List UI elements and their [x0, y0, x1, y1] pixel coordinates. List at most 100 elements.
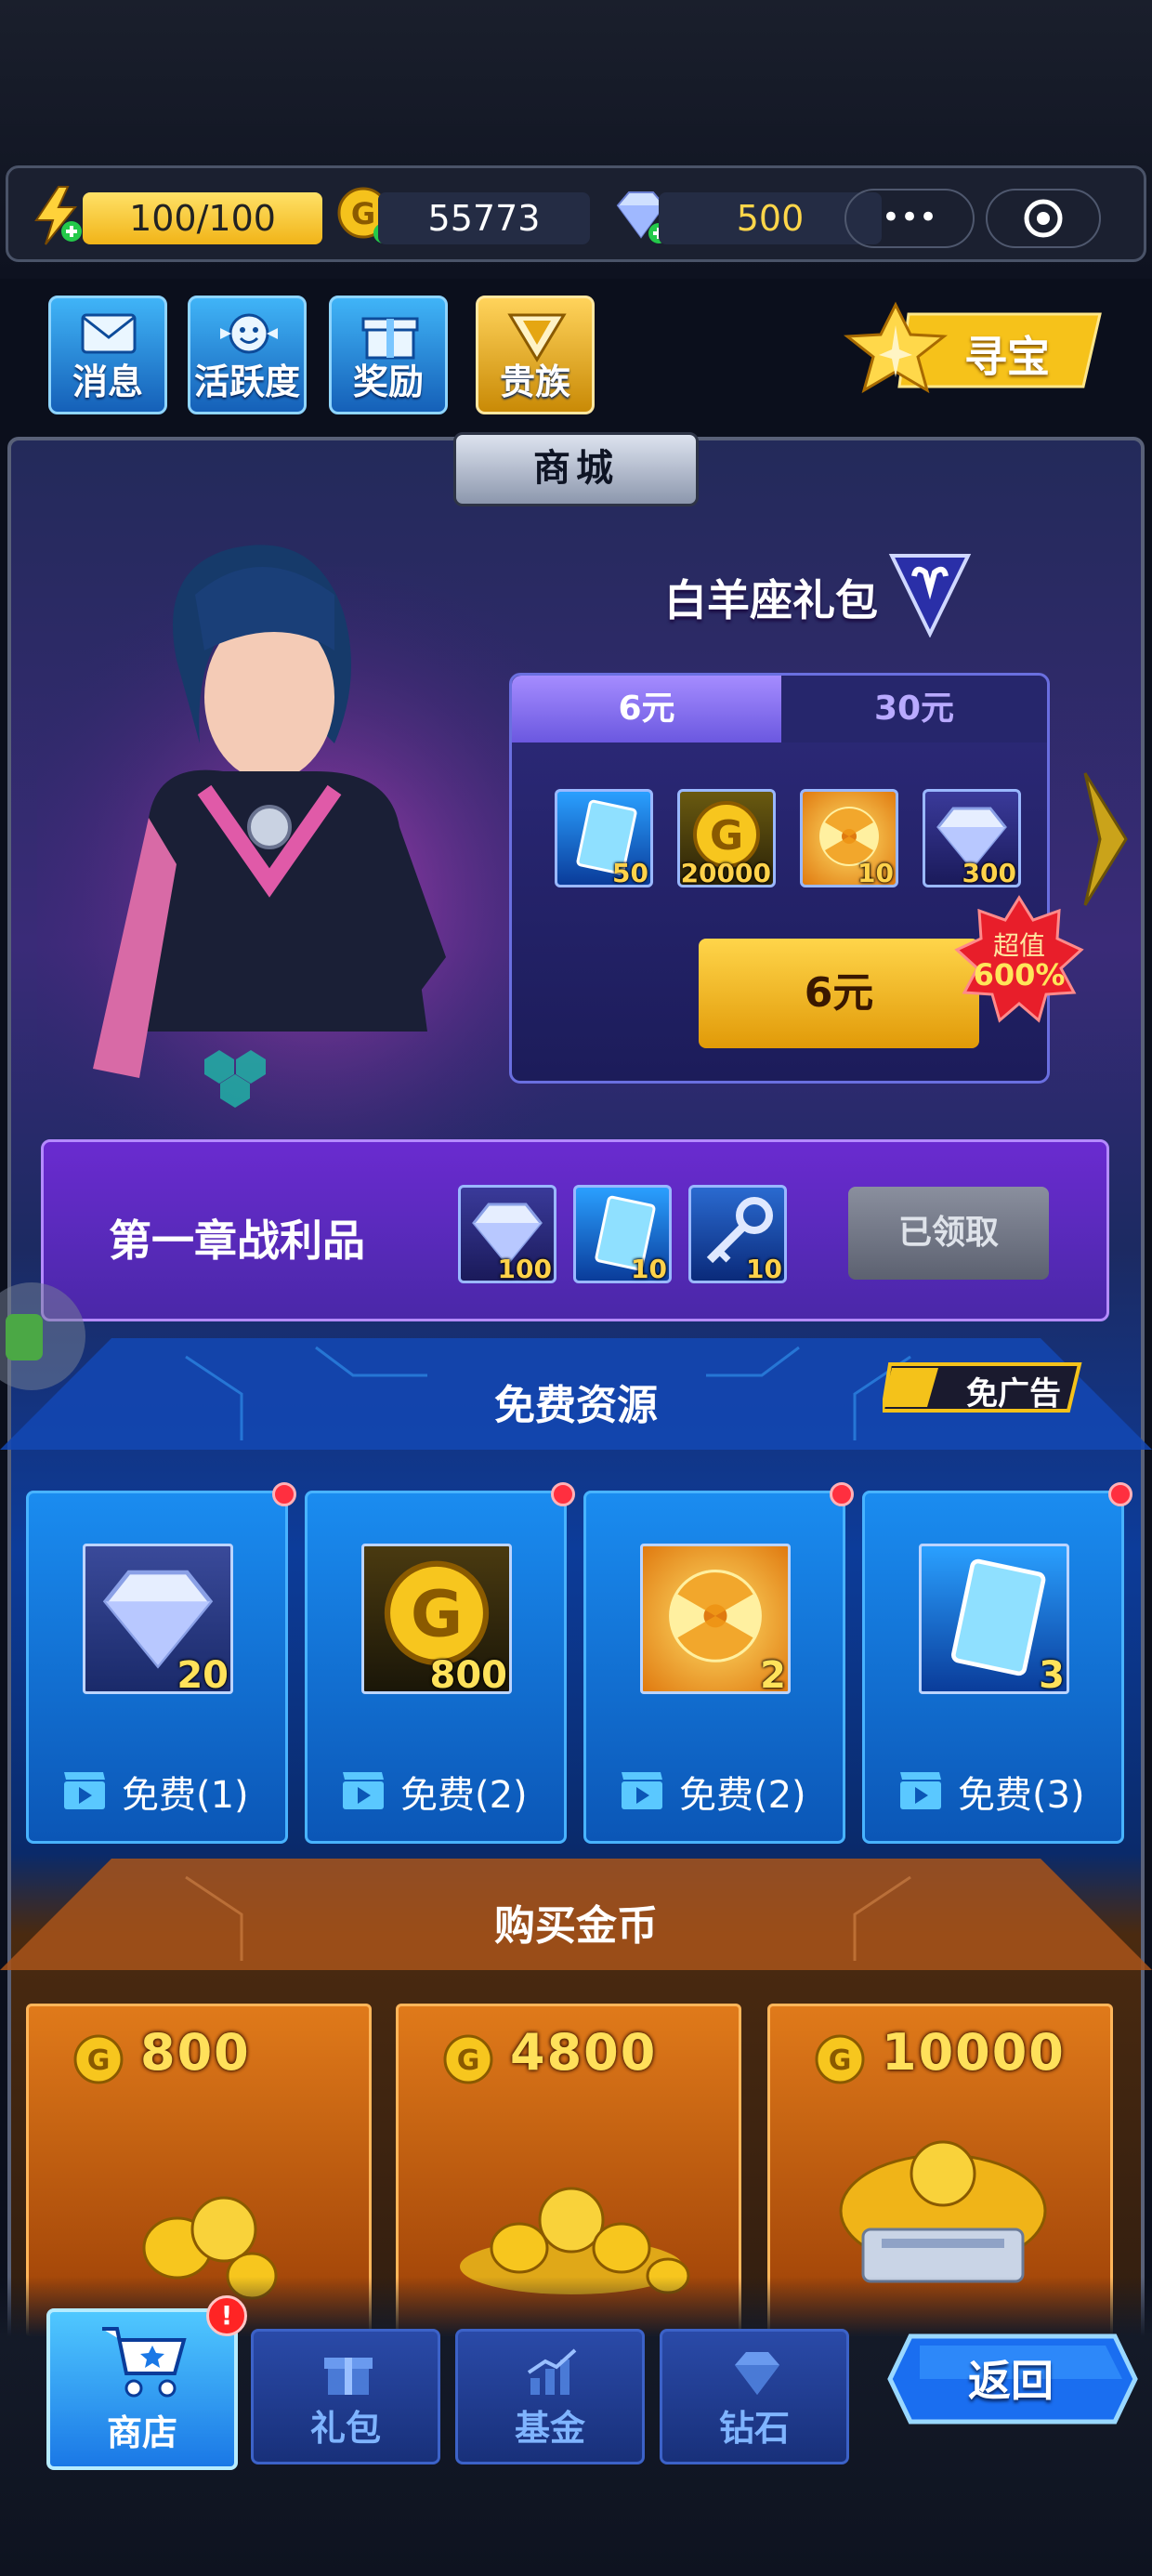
video-ad-icon	[343, 1772, 384, 1809]
free-claim-button[interactable]: 免费(1)	[29, 1752, 285, 1826]
rewards-label: 奖励	[352, 361, 424, 402]
pack-title: 白羊座礼包	[664, 575, 878, 625]
nav-diamond-tab[interactable]: 钻石	[660, 2329, 849, 2464]
value-badge: 超值 600%	[953, 894, 1085, 1026]
target-icon	[1024, 199, 1063, 238]
pack-item-diamond[interactable]: 300	[923, 789, 1021, 888]
noble-button[interactable]: 贵族	[476, 296, 595, 414]
chapter-loot-bar: 第一章战利品 100 10 10 已领取	[41, 1139, 1109, 1321]
nav-fund-label: 基金	[514, 2408, 585, 2449]
free-claim-label: 免费(2)	[679, 1774, 806, 1817]
nav-gift-tab[interactable]: 礼包	[251, 2329, 440, 2464]
free-item-qty: 3	[1039, 1654, 1065, 1697]
notification-dot	[830, 1482, 854, 1506]
gold-value: 55773	[378, 192, 590, 244]
messages-button[interactable]: 消息	[48, 296, 167, 414]
shopping-cart-icon	[102, 2327, 187, 2398]
no-ad-label: 免广告	[966, 1375, 1061, 1413]
svg-text:G: G	[829, 2044, 852, 2077]
free-card-card[interactable]: 3 免费(3)	[862, 1482, 1132, 1844]
close-button[interactable]	[986, 189, 1101, 248]
tab-6-yuan[interactable]: 6元	[512, 676, 781, 743]
chapter-loot-title: 第一章战利品	[109, 1216, 365, 1266]
free-claim-button[interactable]: 免费(2)	[308, 1752, 564, 1826]
nav-shop-label: 商店	[106, 2412, 177, 2453]
back-button[interactable]: 返回	[883, 2327, 1139, 2431]
gold-pack-amount: 4800	[510, 2023, 658, 2082]
rewards-button[interactable]: 奖励	[329, 296, 448, 414]
free-claim-label: 免费(1)	[122, 1774, 249, 1817]
free-card-gold[interactable]: G 800 免费(2)	[305, 1482, 575, 1844]
loot-item-key[interactable]: 10	[688, 1185, 787, 1284]
no-ad-button[interactable]: 免广告	[883, 1357, 1085, 1416]
resource-hud: 100/100 G 55773 500 •••	[6, 165, 1146, 262]
pack-item-qty: 20000	[680, 858, 771, 888]
buy-pack-button[interactable]: 6元	[699, 939, 979, 1048]
energy-value: 100/100	[83, 192, 322, 244]
buy-gold-title: 购买金币	[494, 1902, 658, 1950]
free-item-box: 3	[919, 1544, 1069, 1697]
nav-fund-tab[interactable]: 基金	[455, 2329, 645, 2464]
free-claim-label: 免费(3)	[958, 1774, 1085, 1817]
gift-icon	[324, 2358, 373, 2395]
free-item-box: 2	[640, 1544, 791, 1697]
notification-badge: !	[206, 2295, 247, 2336]
svg-text:G: G	[457, 2044, 480, 2077]
nav-shop-tab[interactable]: ! 商店	[46, 2295, 247, 2470]
free-claim-label: 免费(2)	[400, 1774, 528, 1817]
loot-item-diamond[interactable]: 100	[458, 1185, 556, 1284]
svg-text:G: G	[87, 2044, 111, 2077]
nav-gift-label: 礼包	[309, 2408, 381, 2449]
growth-chart-icon	[527, 2348, 577, 2395]
svg-text:G: G	[411, 1578, 463, 1652]
messages-label: 消息	[72, 361, 143, 402]
activity-label: 活跃度	[193, 361, 300, 402]
svg-text:G: G	[710, 812, 743, 860]
aries-emblem-icon	[888, 554, 972, 637]
badge-line2: 600%	[973, 957, 1066, 992]
free-item-qty: 800	[429, 1654, 508, 1697]
pack-item-qty: 300	[962, 858, 1016, 888]
video-ad-icon	[900, 1772, 941, 1809]
video-ad-icon	[64, 1772, 105, 1809]
shop-title: 商城	[453, 432, 699, 506]
free-resources-title: 免费资源	[494, 1382, 658, 1429]
free-card-radiation[interactable]: 2 免费(2)	[583, 1482, 854, 1844]
gold-pack-amount: 800	[140, 2023, 251, 2082]
free-item-qty: 2	[760, 1654, 786, 1697]
pack-item-radiation[interactable]: 10	[800, 789, 898, 888]
nav-diamond-label: 钻石	[718, 2408, 790, 2449]
treasure-hunt-button[interactable]: 寻宝	[843, 297, 1104, 403]
next-arrow-icon[interactable]	[1078, 768, 1133, 911]
diamond-icon	[735, 2352, 779, 2395]
notification-dot	[551, 1482, 575, 1506]
back-label: 返回	[968, 2356, 1054, 2406]
gold-coin-icon: G	[443, 2034, 493, 2084]
free-claim-button[interactable]: 免费(3)	[865, 1752, 1121, 1826]
pack-item-gold[interactable]: G 20000	[677, 789, 776, 888]
claimed-button[interactable]: 已领取	[848, 1187, 1049, 1280]
notification-dot	[272, 1482, 296, 1506]
free-item-box: 20	[83, 1544, 233, 1697]
loot-item-qty: 100	[497, 1254, 552, 1284]
gold-coin-icon: G	[73, 2034, 124, 2084]
free-card-diamond[interactable]: 20 免费(1)	[26, 1482, 296, 1844]
pack-item-qty: 10	[857, 858, 894, 888]
energy-icon	[34, 186, 82, 245]
pack-item-card[interactable]: 50	[555, 789, 653, 888]
gold-pack-amount: 10000	[882, 2023, 1066, 2082]
svg-text:G: G	[351, 196, 375, 231]
loot-item-card[interactable]: 10	[573, 1185, 672, 1284]
noble-label: 贵族	[499, 361, 570, 402]
free-claim-button[interactable]: 免费(2)	[586, 1752, 843, 1826]
pack-item-qty: 50	[612, 858, 648, 888]
more-options-button[interactable]: •••	[844, 189, 975, 248]
video-ad-icon	[622, 1772, 662, 1809]
gold-coin-icon: G	[815, 2034, 865, 2084]
tab-30-yuan[interactable]: 30元	[781, 676, 1047, 743]
free-item-box: G 800	[361, 1544, 512, 1697]
notification-dot	[1108, 1482, 1132, 1506]
loot-item-qty: 10	[631, 1254, 667, 1284]
loot-item-qty: 10	[746, 1254, 782, 1284]
activity-button[interactable]: 活跃度	[188, 296, 307, 414]
